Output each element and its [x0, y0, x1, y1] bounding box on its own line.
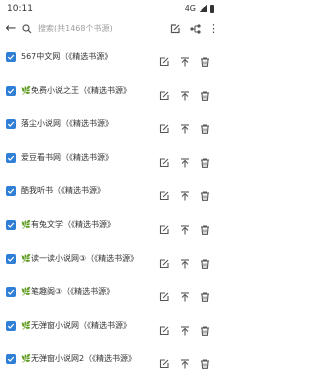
delete-source-button[interactable] [200, 119, 210, 135]
source-checkbox[interactable] [6, 220, 16, 230]
delete-source-button[interactable] [200, 86, 210, 101]
edit-icon [170, 23, 180, 33]
edit-source-button[interactable] [159, 321, 169, 335]
delete-source-button[interactable] [200, 354, 210, 370]
edit-source-button[interactable] [159, 287, 169, 302]
search-bar[interactable] [22, 17, 164, 40]
source-row[interactable]: 🌿有兔文学（《精选书源》 [0, 210, 221, 240]
delete-source-button[interactable] [200, 321, 210, 336]
source-row[interactable]: 567中文网（《精选书源》 [0, 42, 221, 72]
source-row[interactable]: 🌿读一读小说网③（《精选书源》 [0, 244, 221, 274]
source-checkbox[interactable] [6, 85, 16, 96]
move-to-top-button[interactable] [180, 321, 190, 336]
delete-source-button[interactable] [200, 220, 210, 235]
source-row[interactable]: 🌿无弹窗小说网（《精选书源》 [0, 311, 221, 341]
arrow-back-icon: ← [5, 21, 17, 36]
source-checkbox[interactable] [6, 152, 16, 163]
toolbar: ← ⋮ [0, 17, 221, 40]
source-name: 🌿读一读小说网③（《精选书源》 [21, 253, 139, 263]
edit-source-button[interactable] [159, 354, 169, 369]
battery-icon [210, 4, 214, 13]
move-to-top-button[interactable] [180, 186, 190, 201]
network-label: 4G [184, 4, 196, 13]
source-name: 酷我听书（《精选书源》 [21, 186, 105, 196]
source-row[interactable]: 落尘小说网（《精选书源》 [0, 109, 221, 139]
back-button[interactable]: ← [0, 17, 22, 40]
status-time: 10:11 [7, 3, 33, 14]
source-checkbox[interactable] [6, 287, 16, 298]
source-name: 🌿无弹窗小说网（《精选书源》 [21, 320, 131, 330]
group-icon [190, 23, 201, 34]
more-vert-icon: ⋮ [208, 22, 219, 35]
source-name: 爱豆看书网（《精选书源》 [21, 152, 113, 162]
source-checkbox[interactable] [6, 320, 16, 331]
status-icons: 4G [185, 4, 214, 13]
move-to-top-button[interactable] [180, 220, 190, 235]
move-to-top-button[interactable] [180, 86, 190, 101]
delete-source-button[interactable] [200, 52, 210, 67]
group-button[interactable] [185, 17, 206, 40]
edit-source-button[interactable] [159, 153, 169, 167]
source-row[interactable]: 🌿笔趣阁③（《精选书源》 [0, 277, 221, 307]
source-checkbox[interactable] [6, 186, 16, 197]
signal-icon [199, 5, 207, 12]
source-row[interactable]: 🌿无弹窗小说网2（《精选书源》 [0, 344, 221, 374]
source-checkbox[interactable] [6, 354, 16, 365]
source-name: 落尘小说网（《精选书源》 [21, 119, 113, 129]
delete-source-button[interactable] [200, 287, 210, 303]
delete-source-button[interactable] [200, 186, 210, 202]
source-row[interactable]: 爱豆看书网（《精选书源》 [0, 143, 221, 173]
move-to-top-button[interactable] [180, 254, 190, 269]
source-name: 🌿免费小说之王（《精选书源》 [21, 85, 131, 95]
source-name: 🌿无弹窗小说网2（《精选书源》 [21, 354, 137, 364]
move-to-top-button[interactable] [180, 354, 190, 369]
edit-button[interactable] [164, 17, 185, 40]
search-icon [22, 23, 32, 34]
source-checkbox[interactable] [6, 119, 16, 130]
edit-source-button[interactable] [159, 186, 169, 201]
source-name: 567中文网（《精选书源》 [21, 52, 113, 61]
edit-source-button[interactable] [159, 254, 169, 268]
move-to-top-button[interactable] [180, 153, 190, 168]
status-bar: 10:11 4G [0, 0, 221, 17]
move-to-top-button[interactable] [180, 119, 190, 134]
source-checkbox[interactable] [6, 52, 16, 62]
source-row[interactable]: 酷我听书（《精选书源》 [0, 176, 221, 206]
edit-source-button[interactable] [159, 119, 169, 134]
source-name: 🌿笔趣阁③（《精选书源》 [21, 287, 115, 297]
edit-source-button[interactable] [159, 52, 169, 67]
move-to-top-button[interactable] [180, 287, 190, 302]
search-input[interactable] [38, 21, 148, 36]
overflow-menu-button[interactable]: ⋮ [206, 17, 221, 40]
move-to-top-button[interactable] [180, 52, 190, 67]
source-name: 🌿有兔文学（《精选书源》 [21, 220, 115, 229]
source-checkbox[interactable] [6, 253, 16, 264]
edit-source-button[interactable] [159, 220, 169, 235]
delete-source-button[interactable] [200, 254, 210, 269]
edit-source-button[interactable] [159, 86, 169, 100]
source-row[interactable]: 🌿免费小说之王（《精选书源》 [0, 76, 221, 106]
delete-source-button[interactable] [200, 153, 210, 168]
